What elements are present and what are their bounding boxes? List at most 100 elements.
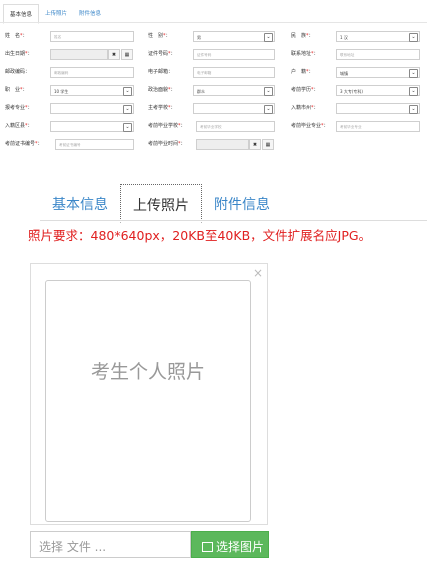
label-colon: ： bbox=[313, 105, 319, 111]
select-field[interactable]: ⌄ bbox=[50, 121, 134, 132]
label-colon: ： bbox=[308, 33, 314, 39]
field-label: 出生日期*： bbox=[5, 50, 33, 57]
label-colon: ： bbox=[170, 87, 176, 93]
field-label-text: 入籍区县 bbox=[5, 123, 26, 129]
form-row: 姓 名*： 姓名性 别*：男 ⌄ 民 族*： 1 汉 ⌄ bbox=[0, 29, 427, 45]
text-field[interactable]: 考前证书编号 bbox=[55, 139, 134, 150]
label-colon: ： bbox=[22, 33, 28, 39]
select-field[interactable]: ⌄ bbox=[193, 103, 275, 114]
text-field[interactable]: 邮政编码 bbox=[50, 67, 134, 78]
form-row: 邮政编码： 邮政编码 电子邮箱： 电子邮箱户 籍*： 城镇 ⌄ bbox=[0, 65, 427, 81]
text-field[interactable]: 考前毕业专业 bbox=[336, 121, 420, 132]
chevron-down-icon: ⌄ bbox=[123, 105, 132, 114]
calendar-icon[interactable]: ▦ bbox=[262, 139, 274, 150]
form-row: 职 业*： 10 学生 ⌄ 政治面貌*： 群众 ⌄ 考前学历*： 3 大专(专科) ⌄ bbox=[0, 83, 427, 99]
field-label-text: 考前毕业专业 bbox=[291, 123, 322, 129]
field-label: 民 族*： bbox=[291, 32, 314, 39]
field-label-text: 考前毕业时间 bbox=[148, 141, 179, 147]
photo-preview-card: × 考生个人照片 bbox=[30, 263, 268, 525]
select-value: 3 大专(专科) bbox=[340, 89, 363, 94]
text-field[interactable]: 考前毕业学校 bbox=[196, 121, 275, 132]
choose-image-label: 选择图片 bbox=[216, 540, 265, 554]
field-label-text: 电子邮箱 bbox=[148, 69, 169, 75]
field-label: 姓 名*： bbox=[5, 32, 28, 39]
text-field[interactable]: 证件号码 bbox=[193, 49, 275, 60]
label-colon: ： bbox=[27, 123, 33, 129]
date-field[interactable] bbox=[196, 139, 249, 150]
chevron-down-icon: ⌄ bbox=[409, 69, 418, 78]
select-field[interactable]: 3 大专(专科) ⌄ bbox=[336, 85, 420, 96]
select-value: 10 学生 bbox=[54, 89, 69, 94]
field-label: 联系地址*： bbox=[291, 50, 319, 57]
label-colon: ： bbox=[27, 51, 33, 57]
clear-icon[interactable]: ✖ bbox=[249, 139, 261, 150]
text-field[interactable]: 电子邮箱 bbox=[193, 67, 275, 78]
basic-info-panel: 基本信息 上传照片 附件信息 姓 名*： 姓名性 别*：男 ⌄ 民 族*： 1 汉 ⌄ 出生… bbox=[0, 0, 427, 160]
image-icon bbox=[202, 542, 213, 552]
field-label: 考前证书编号*： bbox=[5, 140, 43, 147]
file-path-input[interactable]: 选择 文件 ... bbox=[30, 531, 191, 558]
select-field[interactable]: 10 学生 ⌄ bbox=[50, 85, 134, 96]
small-tab-divider bbox=[0, 22, 427, 23]
field-label-text: 政治面貌 bbox=[148, 87, 169, 93]
large-tab-divider bbox=[40, 220, 427, 221]
field-label-text: 联系地址 bbox=[291, 51, 312, 57]
close-icon[interactable]: × bbox=[253, 266, 263, 280]
field-label: 考前学历*： bbox=[291, 86, 319, 93]
label-colon: ： bbox=[25, 69, 31, 75]
field-label-text: 职 业 bbox=[5, 87, 21, 93]
field-label-text: 报考专业 bbox=[5, 105, 26, 111]
field-label-text: 姓 名 bbox=[5, 33, 21, 39]
form-row: 入籍区县*： ⌄ 考前毕业学校*： 考前毕业学校 考前毕业专业*： 考前毕业专业 bbox=[0, 119, 427, 135]
label-colon: ： bbox=[170, 51, 176, 57]
chevron-down-icon: ⌄ bbox=[409, 87, 418, 96]
chevron-down-icon: ⌄ bbox=[264, 105, 273, 114]
small-tab-attachments[interactable]: 附件信息 bbox=[73, 4, 107, 24]
label-colon: ： bbox=[323, 123, 329, 129]
label-colon: ： bbox=[308, 69, 314, 75]
form-row: 出生日期*： ✖ ▦ 证件号码*： 证件号码 联系地址*： 联系地址 bbox=[0, 47, 427, 63]
tab-upload-photo[interactable]: 上传照片 bbox=[120, 184, 202, 223]
field-label: 政治面貌*： bbox=[148, 86, 176, 93]
text-field[interactable]: 联系地址 bbox=[336, 49, 420, 60]
clear-icon[interactable]: ✖ bbox=[108, 49, 120, 60]
date-field[interactable] bbox=[50, 49, 108, 60]
field-label-text: 考前证书编号 bbox=[5, 141, 36, 147]
photo-placeholder-label: 考生个人照片 bbox=[90, 361, 205, 383]
small-tab-basic-info[interactable]: 基本信息 bbox=[3, 4, 40, 24]
label-colon: ： bbox=[313, 87, 319, 93]
select-field[interactable]: 城镇 ⌄ bbox=[336, 67, 420, 78]
select-field[interactable]: ⌄ bbox=[50, 103, 134, 114]
small-tab-bar: 基本信息 上传照片 附件信息 bbox=[3, 4, 107, 24]
choose-image-button[interactable]: 选择图片 bbox=[191, 531, 269, 558]
tab-attachments[interactable]: 附件信息 bbox=[202, 184, 282, 222]
form-row: 考前证书编号*： 考前证书编号 考前毕业时间*： ✖ ▦ bbox=[0, 137, 427, 153]
label-colon: ： bbox=[168, 69, 174, 75]
field-label: 职 业*： bbox=[5, 86, 28, 93]
select-field[interactable]: 1 汉 ⌄ bbox=[336, 31, 420, 42]
chevron-down-icon: ⌄ bbox=[264, 87, 273, 96]
field-label-text: 主考学校 bbox=[148, 105, 169, 111]
text-field[interactable]: 姓名 bbox=[50, 31, 134, 42]
chevron-down-icon: ⌄ bbox=[264, 33, 273, 42]
label-colon: ： bbox=[27, 105, 33, 111]
field-label: 入籍区县*： bbox=[5, 122, 33, 129]
tab-basic-info[interactable]: 基本信息 bbox=[40, 184, 120, 222]
label-colon: ： bbox=[180, 141, 186, 147]
field-label-text: 户 籍 bbox=[291, 69, 307, 75]
select-field[interactable]: ⌄ bbox=[336, 103, 420, 114]
chevron-down-icon: ⌄ bbox=[123, 123, 132, 132]
chevron-down-icon: ⌄ bbox=[409, 105, 418, 114]
field-label: 证件号码*： bbox=[148, 50, 176, 57]
select-value: 男 bbox=[197, 35, 201, 40]
form-row: 报考专业*： ⌄ 主考学校*： ⌄ 入籍市州*： ⌄ bbox=[0, 101, 427, 117]
select-field[interactable]: 群众 ⌄ bbox=[193, 85, 275, 96]
small-tab-upload-photo[interactable]: 上传照片 bbox=[39, 4, 73, 24]
label-colon: ： bbox=[180, 123, 186, 129]
field-label: 电子邮箱： bbox=[148, 68, 173, 75]
field-label-text: 入籍市州 bbox=[291, 105, 312, 111]
select-field[interactable]: 男 ⌄ bbox=[193, 31, 275, 42]
label-colon: ： bbox=[313, 51, 319, 57]
label-colon: ： bbox=[165, 33, 171, 39]
calendar-icon[interactable]: ▦ bbox=[121, 49, 133, 60]
